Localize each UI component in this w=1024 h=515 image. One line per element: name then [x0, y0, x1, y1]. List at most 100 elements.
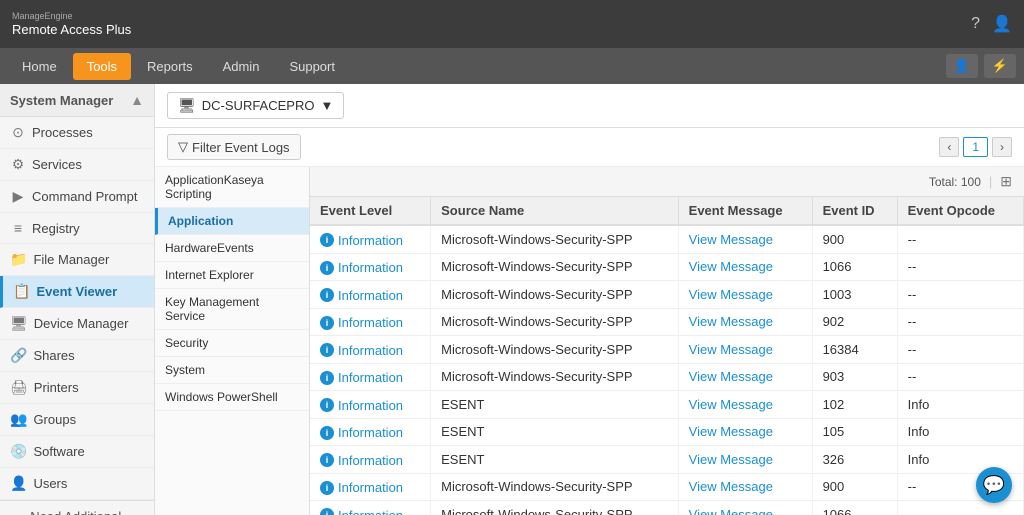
- cell-level: i Information: [310, 363, 431, 391]
- sidebar-header: System Manager ▲: [0, 84, 154, 117]
- ev-cat-security[interactable]: Security: [155, 330, 309, 357]
- sidebar-item-event-viewer[interactable]: 📋 Event Viewer: [0, 276, 154, 308]
- level-text: Information: [338, 480, 403, 495]
- cell-source: Microsoft-Windows-Security-SPP: [431, 253, 679, 281]
- info-icon: i: [320, 288, 334, 302]
- prev-page-btn[interactable]: ‹: [939, 137, 959, 157]
- chat-fab-button[interactable]: 💬: [976, 467, 1012, 503]
- level-text: Information: [338, 315, 403, 330]
- sidebar-item-registry[interactable]: ≡ Registry: [0, 213, 154, 244]
- sidebar-item-device-manager[interactable]: 🖥 Device Manager: [0, 308, 154, 340]
- nav-admin[interactable]: Admin: [209, 53, 274, 80]
- sidebar-item-command-prompt[interactable]: ▶ Command Prompt: [0, 181, 154, 213]
- info-icon: i: [320, 233, 334, 247]
- sidebar-collapse-btn[interactable]: ▲: [130, 92, 144, 108]
- processes-icon: ⊙: [10, 124, 26, 141]
- sidebar: System Manager ▲ ⊙ Processes ⚙ Services …: [0, 84, 155, 515]
- cell-event-id: 900: [812, 473, 897, 501]
- cell-message: View Message: [678, 391, 812, 419]
- ev-cat-hardwareevents[interactable]: HardwareEvents: [155, 235, 309, 262]
- cell-opcode: Info: [897, 446, 1023, 474]
- ev-cat-key-mgmt[interactable]: Key Management Service: [155, 289, 309, 330]
- info-icon: i: [320, 316, 334, 330]
- next-page-btn[interactable]: ›: [992, 137, 1012, 157]
- level-badge: i Information: [320, 370, 403, 385]
- sidebar-item-shares[interactable]: 🔗 Shares: [0, 340, 154, 372]
- cell-level: i Information: [310, 225, 431, 253]
- device-manager-icon: 🖥: [10, 315, 28, 332]
- file-manager-icon: 📁: [10, 251, 27, 268]
- level-text: Information: [338, 425, 403, 440]
- table-config-icon[interactable]: ⊞: [1000, 173, 1012, 190]
- view-message-link[interactable]: View Message: [689, 314, 773, 329]
- ev-cat-appkaseya[interactable]: ApplicationKaseya Scripting: [155, 167, 309, 208]
- sidebar-item-software[interactable]: 💿 Software: [0, 436, 154, 468]
- app-title-bold: Remote Access: [12, 22, 102, 37]
- sidebar-item-file-manager[interactable]: 📁 File Manager: [0, 244, 154, 276]
- filter-btn-label: Filter Event Logs: [192, 140, 290, 155]
- cell-event-id: 902: [812, 308, 897, 336]
- sidebar-item-label: Processes: [32, 125, 93, 140]
- filter-icon: ▽: [178, 139, 188, 155]
- nav-reports[interactable]: Reports: [133, 53, 207, 80]
- cell-opcode: --: [897, 225, 1023, 253]
- cell-level: i Information: [310, 281, 431, 309]
- view-message-link[interactable]: View Message: [689, 287, 773, 302]
- groups-icon: 👥: [10, 411, 27, 428]
- nav-home[interactable]: Home: [8, 53, 71, 80]
- filter-event-logs-btn[interactable]: ▽ Filter Event Logs: [167, 134, 301, 160]
- sidebar-footer[interactable]: 🔧 Need Additional Tools?: [0, 500, 154, 515]
- level-badge: i Information: [320, 453, 403, 468]
- sidebar-item-users[interactable]: 👤 Users: [0, 468, 154, 500]
- sidebar-item-printers[interactable]: 🖨 Printers: [0, 372, 154, 404]
- view-message-link[interactable]: View Message: [689, 452, 773, 467]
- col-event-opcode: Event Opcode: [897, 197, 1023, 225]
- table-row: i Information ESENT View Message 102 Inf…: [310, 391, 1024, 419]
- view-message-link[interactable]: View Message: [689, 232, 773, 247]
- dropdown-chevron-icon: ▼: [320, 98, 333, 113]
- cell-message: View Message: [678, 253, 812, 281]
- cell-event-id: 16384: [812, 336, 897, 364]
- device-selector[interactable]: 🖥 DC-SURFACEPRO ▼: [167, 92, 344, 119]
- help-icon[interactable]: ?: [971, 15, 980, 33]
- view-message-link[interactable]: View Message: [689, 507, 773, 515]
- nav-tools[interactable]: Tools: [73, 53, 131, 80]
- nav-support[interactable]: Support: [275, 53, 349, 80]
- sidebar-item-groups[interactable]: 👥 Groups: [0, 404, 154, 436]
- cell-message: View Message: [678, 336, 812, 364]
- sidebar-item-processes[interactable]: ⊙ Processes: [0, 117, 154, 149]
- total-count-label: Total: 100: [929, 175, 981, 189]
- notify-nav-btn[interactable]: ⚡: [984, 54, 1016, 78]
- view-message-link[interactable]: View Message: [689, 369, 773, 384]
- app-title: Remote Access Plus: [12, 21, 131, 38]
- event-viewer-icon: 📋: [13, 283, 30, 300]
- shares-icon: 🔗: [10, 347, 27, 364]
- ev-cat-system[interactable]: System: [155, 357, 309, 384]
- view-message-link[interactable]: View Message: [689, 259, 773, 274]
- level-badge: i Information: [320, 398, 403, 413]
- level-text: Information: [338, 288, 403, 303]
- view-message-link[interactable]: View Message: [689, 424, 773, 439]
- sidebar-item-label: Registry: [32, 221, 80, 236]
- col-event-message: Event Message: [678, 197, 812, 225]
- level-text: Information: [338, 508, 403, 515]
- ev-cat-windows-powershell[interactable]: Windows PowerShell: [155, 384, 309, 411]
- view-message-link[interactable]: View Message: [689, 342, 773, 357]
- user-nav-btn[interactable]: 👤: [946, 54, 978, 78]
- cell-level: i Information: [310, 473, 431, 501]
- user-avatar[interactable]: 👤: [992, 14, 1012, 34]
- sidebar-item-label: Software: [33, 444, 84, 459]
- level-badge: i Information: [320, 315, 403, 330]
- cell-event-id: 903: [812, 363, 897, 391]
- ev-cat-ie[interactable]: Internet Explorer: [155, 262, 309, 289]
- view-message-link[interactable]: View Message: [689, 397, 773, 412]
- navbar: Home Tools Reports Admin Support 👤 ⚡: [0, 48, 1024, 84]
- sidebar-item-services[interactable]: ⚙ Services: [0, 149, 154, 181]
- ev-cat-application[interactable]: Application: [155, 208, 309, 235]
- cell-level: i Information: [310, 501, 431, 515]
- cell-source: Microsoft-Windows-Security-SPP: [431, 308, 679, 336]
- view-message-link[interactable]: View Message: [689, 479, 773, 494]
- level-text: Information: [338, 398, 403, 413]
- cell-level: i Information: [310, 418, 431, 446]
- event-table-area: Total: 100 | ⊞ Event Level Source Name E…: [310, 167, 1024, 515]
